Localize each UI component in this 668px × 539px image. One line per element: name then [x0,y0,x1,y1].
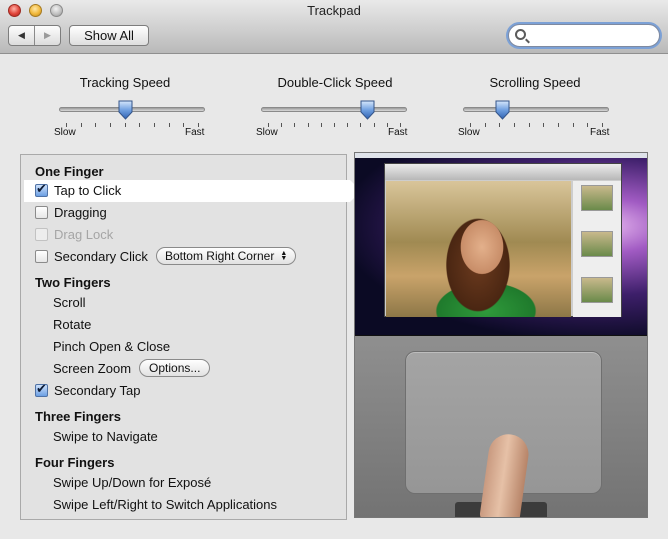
secondary-tap-label: Secondary Tap [54,382,141,398]
slider-tick [484,123,486,127]
slider-tick [168,123,170,127]
preview-app-window [384,163,622,317]
slider-tick [110,123,111,127]
swipe-switch-apps-row[interactable]: Swipe Left/Right to Switch Applications [53,494,277,514]
slider-ticks [268,123,401,127]
screen-zoom-row[interactable]: Screen Zoom Options... [53,358,211,378]
slider-thumb[interactable] [360,100,375,120]
drag-lock-label: Drag Lock [54,226,114,242]
drag-lock-row: Drag Lock [35,224,113,244]
three-fingers-heading: Three Fingers [35,408,121,424]
slider-tick [281,123,283,127]
preview-menubar [355,153,647,158]
preview-photo-image [386,181,571,317]
scrolling-speed-slider: Scrolling Speed Slow Fast [455,75,615,143]
slider-tick [80,123,82,127]
preview-trackpad-image [355,336,647,517]
rotate-row[interactable]: Rotate [53,314,91,334]
slider-tick [587,123,589,127]
slider-label: Scrolling Speed [489,75,581,90]
secondary-click-row[interactable]: Secondary Click Bottom Right Corner ▲ ▼ [35,246,297,266]
slider-tick [334,123,335,127]
double-click-speed-slider: Double-Click Speed Slow Fast [255,75,415,143]
forward-arrow-icon: ▶ [44,30,51,40]
tap-to-click-row[interactable]: Tap to Click [35,180,121,200]
slider-tick [139,123,141,127]
slider-tick [360,123,362,127]
secondary-click-label: Secondary Click [54,248,148,264]
gesture-preview-video [354,152,648,518]
back-button[interactable]: ◀ [9,26,34,45]
preview-app-toolbar [385,164,621,180]
show-all-button[interactable]: Show All [69,25,149,46]
tracking-speed-slider: Tracking Speed Slow Fast [45,75,205,143]
back-arrow-icon: ◀ [18,30,25,40]
drag-lock-checkbox [35,227,48,241]
tap-to-click-checkbox[interactable] [35,181,48,197]
slider-tick [373,123,375,127]
scroll-row[interactable]: Scroll [53,292,86,312]
slider-tick [124,123,126,127]
dragging-checkbox[interactable] [35,205,48,219]
slider-tick [499,123,501,127]
tap-to-click-label: Tap to Click [54,182,122,198]
slider-thumb[interactable] [118,100,133,120]
search-icon [515,29,526,40]
slider-ticks [66,123,199,127]
slider-tick [514,123,515,127]
window-title: Trackpad [307,3,361,18]
slider-max-label: Fast [590,127,610,138]
pinch-row[interactable]: Pinch Open & Close [53,336,170,356]
slider-tick [528,123,530,127]
secondary-click-checkbox[interactable] [35,249,48,263]
search-input[interactable] [531,27,651,44]
preview-desktop-image [355,153,647,335]
slider-min-label: Slow [256,127,278,138]
slider-label: Tracking Speed [79,75,171,90]
slider-max-label: Fast [388,127,408,138]
preview-thumbnail-sidebar [573,181,621,317]
screen-zoom-options-button[interactable]: Options... [139,359,211,377]
secondary-tap-row[interactable]: Secondary Tap [35,380,141,400]
gesture-list: One Finger Tap to Click Dragging Drag Lo… [20,154,361,520]
popup-value: Bottom Right Corner [164,249,275,263]
popup-arrows-icon: ▲ ▼ [280,250,288,262]
thumbnail-image [581,277,613,303]
slider-track[interactable] [463,107,609,112]
secondary-tap-checkbox[interactable] [35,381,48,397]
window-toolbar: Trackpad ◀ ▶ Show All [0,0,668,54]
four-fingers-heading: Four Fingers [35,454,115,470]
slider-ticks [470,123,603,127]
slider-tick [572,123,574,127]
dragging-label: Dragging [54,204,107,220]
slider-tick [558,123,559,127]
slider-thumb[interactable] [495,100,510,120]
slider-track[interactable] [261,107,407,112]
slider-min-label: Slow [458,127,480,138]
slider-tick [294,123,296,127]
slider-tick [95,123,97,127]
slider-tick [543,123,545,127]
swipe-navigate-row[interactable]: Swipe to Navigate [53,426,158,446]
slider-tick [307,123,309,127]
secondary-click-corner-popup[interactable]: Bottom Right Corner ▲ ▼ [155,247,297,265]
thumbnail-image [581,231,613,257]
swipe-expose-row[interactable]: Swipe Up/Down for Exposé [53,472,211,492]
one-finger-heading: One Finger [35,163,104,179]
slider-min-label: Slow [54,127,76,138]
screen-zoom-label: Screen Zoom [53,360,132,376]
slider-tick [320,123,322,127]
slider-max-label: Fast [185,127,205,138]
slider-tick [154,123,155,127]
dragging-row[interactable]: Dragging [35,202,107,222]
slider-tick [347,123,349,127]
search-field[interactable] [508,24,660,47]
two-fingers-heading: Two Fingers [35,274,111,290]
thumbnail-image [581,185,613,211]
forward-button[interactable]: ▶ [34,26,60,45]
back-forward-control: ◀ ▶ [8,25,61,46]
slider-label: Double-Click Speed [277,75,393,90]
